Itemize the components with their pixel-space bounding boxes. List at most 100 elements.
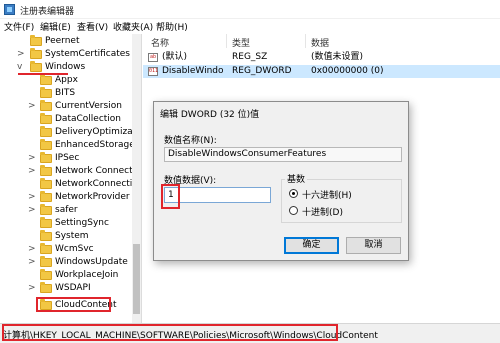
menu-view[interactable]: 查看(V) [77, 20, 108, 33]
tree-item-windowsupdate[interactable]: > WindowsUpdate [0, 256, 132, 269]
tree-item-label: WcmSvc [55, 244, 94, 254]
value-type: REG_DWORD [232, 66, 292, 76]
tree-item-peernet[interactable]: Peernet [0, 35, 132, 48]
folder-icon [40, 204, 52, 215]
value-data-highlight-box [161, 184, 180, 209]
folder-icon [40, 191, 52, 202]
expand-arrow-icon[interactable]: > [28, 165, 36, 178]
string-value-icon: ab [148, 53, 158, 62]
tree-item-wsdapi[interactable]: > WSDAPI [0, 282, 132, 295]
tree-item-enhancedstorage[interactable]: EnhancedStorageDe [0, 139, 141, 152]
tree-item-systemcertificates[interactable]: > SystemCertificates [0, 48, 132, 61]
edit-dword-dialog: 编辑 DWORD (32 位)值 数值名称(N): DisableWindows… [153, 101, 409, 261]
folder-icon [40, 139, 52, 150]
tree-item-workplacejoin[interactable]: WorkplaceJoin [0, 269, 132, 282]
value-data-input[interactable] [164, 187, 271, 203]
menu-favorites[interactable]: 收藏夹(A) [113, 20, 153, 33]
dialog-body: 数值名称(N): DisableWindowsConsumerFeatures … [154, 121, 408, 260]
radio-hex[interactable] [289, 189, 298, 198]
radio-hex-label[interactable]: 十六进制(H) [302, 188, 352, 201]
folder-icon [40, 230, 52, 241]
folder-icon [40, 152, 52, 163]
tree-item-label: CurrentVersion [55, 101, 122, 111]
expand-arrow-icon[interactable]: > [28, 256, 36, 269]
value-name: DisableWindo... [162, 66, 224, 76]
expand-arrow-icon[interactable]: > [28, 152, 36, 165]
tree-item-label: WorkplaceJoin [55, 270, 119, 280]
tree-item-datacollection[interactable]: DataCollection [0, 113, 132, 126]
tree-item-settingsync[interactable]: SettingSync [0, 217, 132, 230]
binary-value-icon: 011 [148, 67, 159, 76]
menu-bar: 文件(F) 编辑(E) 查看(V) 收藏夹(A) 帮助(H) [0, 19, 500, 34]
base-label: 基数 [285, 172, 308, 185]
title-bar: 注册表编辑器 [0, 0, 500, 19]
cloudcontent-highlight-box [36, 297, 111, 312]
folder-icon [40, 126, 52, 137]
tree-item-label: WSDAPI [55, 283, 91, 293]
expand-arrow-icon[interactable]: > [28, 243, 36, 256]
value-row-default[interactable]: ab (默认) REG_SZ (数值未设置) [143, 51, 500, 64]
path-highlight-box [2, 324, 338, 341]
tree-item-label: BITS [55, 88, 76, 98]
tree-item-networkconnectivity[interactable]: NetworkConnectivity [0, 178, 141, 191]
folder-icon [40, 282, 52, 293]
column-header-data[interactable]: 数据 [311, 36, 329, 49]
tree-item-label: Network Connection [55, 166, 142, 176]
expand-arrow-icon[interactable]: > [28, 282, 36, 295]
tree-item-safer[interactable]: > safer [0, 204, 132, 217]
tree-item-label: DeliveryOptimization [55, 127, 142, 137]
tree-item-deliveryoptimization[interactable]: DeliveryOptimization [0, 126, 141, 139]
folder-icon [30, 35, 42, 46]
folder-icon [40, 269, 52, 280]
expand-arrow-icon[interactable]: > [28, 204, 36, 217]
menu-file[interactable]: 文件(F) [4, 20, 34, 33]
scrollbar-thumb[interactable] [133, 244, 140, 314]
value-type: REG_SZ [232, 52, 268, 62]
column-header-type[interactable]: 类型 [232, 36, 250, 49]
tree-item-bits[interactable]: BITS [0, 87, 132, 100]
tree-item-networkprovider[interactable]: > NetworkProvider [0, 191, 132, 204]
value-name-label: 数值名称(N): [164, 136, 217, 146]
tree-item-currentversion[interactable]: > CurrentVersion [0, 100, 132, 113]
expand-arrow-icon[interactable]: > [28, 191, 36, 204]
tree-item-label: SystemCertificates [45, 49, 130, 59]
value-row-disablewindowsconsumerfeatures[interactable]: 011 DisableWindo... REG_DWORD 0x00000000… [143, 65, 500, 78]
tree-item-label: DataCollection [55, 114, 122, 124]
menu-help[interactable]: 帮助(H) [156, 20, 188, 33]
expand-arrow-icon[interactable]: > [17, 48, 25, 61]
tree-item-label: NetworkConnectivity [55, 179, 142, 189]
tree-item-wcmsvc[interactable]: > WcmSvc [0, 243, 132, 256]
folder-icon [40, 243, 52, 254]
column-separator[interactable] [226, 34, 227, 48]
value-name: (默认) [162, 52, 188, 62]
menu-edit[interactable]: 编辑(E) [40, 20, 71, 33]
tree-item-appx[interactable]: Appx [0, 74, 132, 87]
tree-item-label: NetworkProvider [55, 192, 130, 202]
tree-item-system[interactable]: System [0, 230, 132, 243]
expand-arrow-icon[interactable]: > [28, 100, 36, 113]
folder-open-icon [30, 61, 42, 72]
folder-icon [40, 256, 52, 267]
folder-icon [40, 178, 52, 189]
folder-icon [40, 165, 52, 176]
tree-item-network-connections[interactable]: > Network Connection [0, 165, 141, 178]
tree-item-label: WindowsUpdate [55, 257, 128, 267]
cancel-button[interactable]: 取消 [346, 237, 401, 254]
tree-vertical-scrollbar[interactable] [132, 34, 141, 323]
tree-item-label: EnhancedStorageDe [55, 140, 142, 150]
column-separator[interactable] [305, 34, 306, 48]
tree-item-ipsec[interactable]: > IPSec [0, 152, 132, 165]
value-data: 0x00000000 (0) [311, 66, 384, 76]
radio-dec-label[interactable]: 十进制(D) [302, 205, 343, 218]
ok-button[interactable]: 确定 [284, 237, 339, 254]
radio-dec[interactable] [289, 206, 298, 215]
column-header-name[interactable]: 名称 [151, 36, 169, 49]
tree-item-label: System [55, 231, 89, 241]
registry-tree[interactable]: Peernet > SystemCertificates v Windows A… [0, 34, 142, 323]
value-name-field: DisableWindowsConsumerFeatures [164, 147, 402, 162]
dialog-title: 编辑 DWORD (32 位)值 [160, 110, 260, 120]
folder-icon [40, 217, 52, 228]
windows-highlight-underline [18, 73, 68, 75]
value-data: (数值未设置) [311, 52, 364, 62]
folder-icon [40, 100, 52, 111]
